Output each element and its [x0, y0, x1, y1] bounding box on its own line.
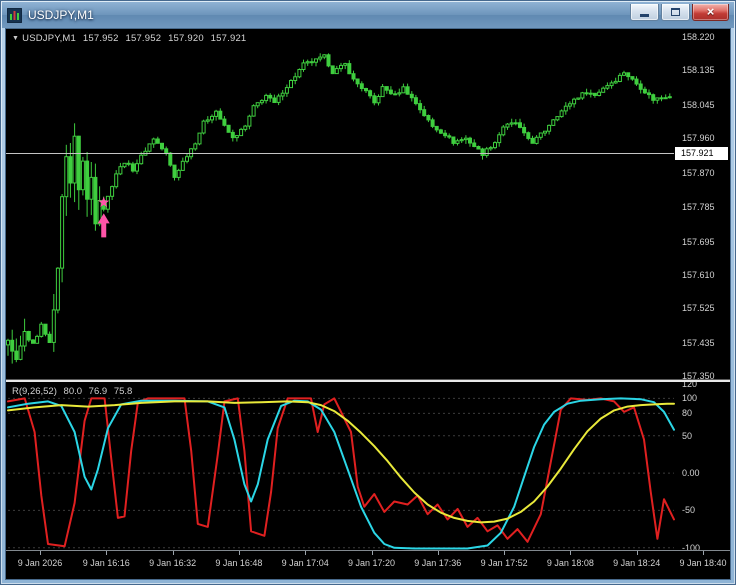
time-axis-label: 9 Jan 16:48 — [215, 558, 263, 568]
chart-icon[interactable] — [6, 7, 23, 23]
indicator-value-3: 75.8 — [113, 386, 133, 397]
close-icon: × — [706, 4, 715, 19]
header-low: 157.920 — [168, 33, 204, 44]
indicator-axis-label: 50 — [682, 430, 693, 441]
price-axis-label: 157.525 — [682, 302, 715, 313]
price-axis[interactable]: 157.921 158.220 158.135 158.045 157.960 157.… — [674, 29, 730, 381]
time-axis-tick — [437, 551, 439, 555]
header-symbol: USDJPY,M1 — [22, 33, 77, 44]
time-axis-label: 9 Jan 17:36 — [414, 558, 462, 568]
price-axis-label: 158.220 — [682, 32, 715, 42]
titlebar[interactable]: USDJPY,M1 × — [2, 2, 734, 28]
time-axis-label: 9 Jan 18:40 — [679, 558, 727, 568]
time-axis-label: 9 Jan 2026 — [17, 558, 63, 568]
price-axis-label: 157.695 — [682, 236, 715, 247]
time-axis-label: 9 Jan 17:04 — [281, 558, 329, 568]
indicator-axis-label: 100 — [682, 393, 698, 404]
time-axis-tick — [570, 551, 572, 555]
time-axis-label: 9 Jan 16:32 — [149, 558, 197, 568]
time-axis-label: 9 Jan 17:20 — [347, 558, 396, 568]
price-axis-label: 157.785 — [682, 201, 715, 212]
indicator-name: R(9,26,52) — [12, 386, 57, 397]
chart-client-area: ▼ USDJPY,M1 157.952 157.952 157.920 157.9… — [5, 28, 731, 580]
time-axis-tick — [172, 551, 174, 555]
price-axis-label: 157.435 — [682, 337, 715, 348]
mt4-chart-window: USDJPY,M1 × ▼ USDJPY,M1 157.952 157.952 1… — [0, 0, 736, 585]
time-axis-label: 9 Jan 18:24 — [613, 558, 661, 568]
symbol-dropdown-icon[interactable]: ▼ — [12, 35, 19, 42]
close-button[interactable]: × — [692, 3, 729, 21]
indicator-axis-label: 80 — [682, 408, 693, 419]
minimize-icon — [640, 13, 649, 17]
main-chart-canvas[interactable] — [6, 29, 676, 379]
time-axis-tick — [636, 551, 638, 555]
time-axis-label: 9 Jan 17:52 — [480, 558, 528, 568]
price-axis-label: 157.870 — [682, 168, 715, 179]
time-axis[interactable]: 9 Jan 2026 9 Jan 16:16 9 Jan 16:32 9 Jan 16… — [6, 550, 730, 579]
indicator-axis-label: 0.00 — [682, 468, 700, 479]
ohlc-header: ▼ USDJPY,M1 157.952 157.952 157.920 157.9… — [12, 33, 250, 44]
price-axis-label: 158.045 — [682, 100, 715, 111]
time-axis-label: 9 Jan 18:08 — [546, 558, 594, 568]
time-axis-tick — [40, 551, 41, 555]
header-close: 157.921 — [210, 33, 247, 44]
indicator-axis-label: -50 — [682, 505, 696, 516]
indicator-value-1: 80.0 — [63, 386, 83, 397]
price-axis-label: 158.135 — [682, 65, 715, 76]
indicator-canvas[interactable] — [6, 382, 676, 550]
maximize-button[interactable] — [661, 3, 690, 21]
window-title: USDJPY,M1 — [28, 8, 94, 22]
window-controls: × — [630, 3, 729, 21]
current-price-badge: 157.921 — [675, 147, 728, 160]
time-axis-tick — [703, 551, 704, 555]
price-axis-label: 157.610 — [682, 269, 715, 280]
indicator-axis[interactable]: 120 100 80 50 0.00 -50 -100 — [674, 379, 730, 554]
price-axis-label: 157.960 — [682, 133, 715, 144]
indicator-value-2: 76.9 — [88, 386, 108, 397]
header-high: 157.952 — [125, 33, 162, 44]
time-axis-tick — [504, 551, 506, 555]
header-open: 157.952 — [82, 33, 119, 44]
maximize-icon — [671, 7, 680, 16]
indicator-label: R(9,26,52) 80.0 76.9 75.8 — [12, 386, 136, 397]
time-axis-tick — [371, 551, 373, 555]
time-axis-tick — [238, 551, 240, 555]
time-axis-label: 9 Jan 16:16 — [82, 558, 130, 568]
indicator-line-fast — [7, 397, 675, 548]
time-axis-tick — [106, 551, 108, 555]
minimize-button[interactable] — [630, 3, 659, 21]
time-axis-tick — [305, 551, 307, 555]
panel-separator[interactable] — [6, 379, 730, 382]
